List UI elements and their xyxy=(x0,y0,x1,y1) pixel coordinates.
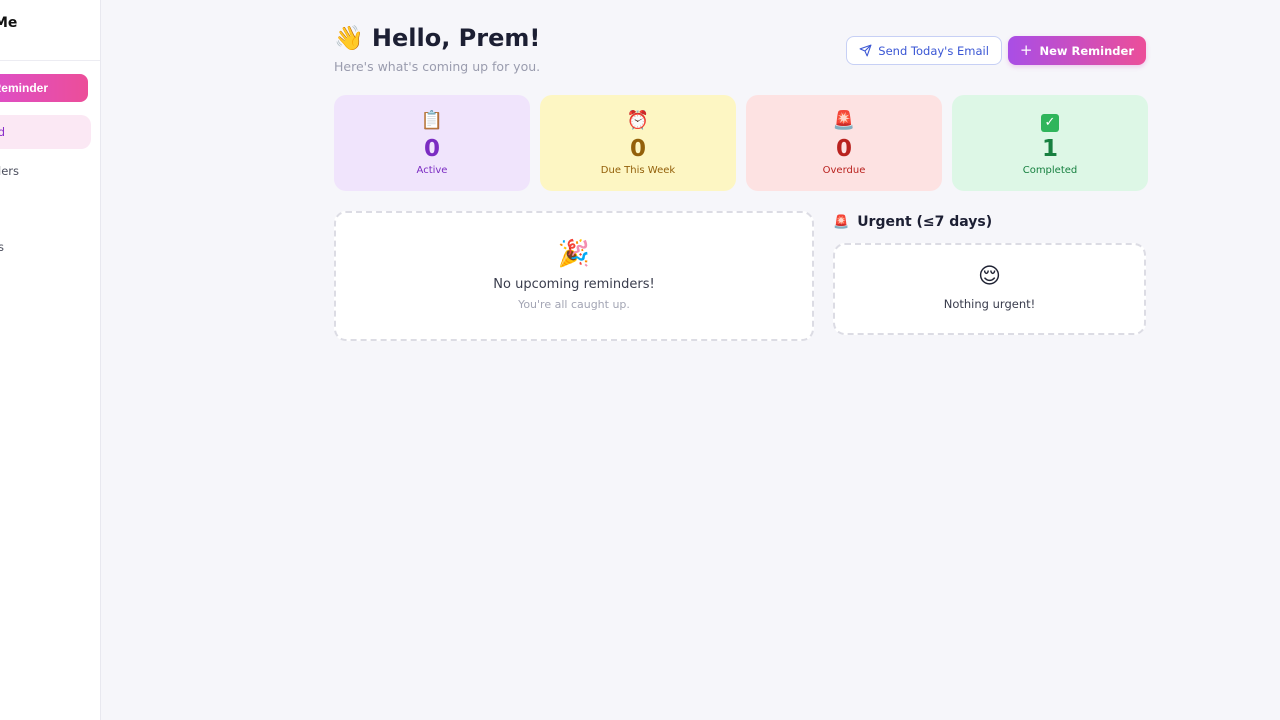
sidebar: Me Reminder d ders s xyxy=(0,0,101,720)
empty-subtitle: You're all caught up. xyxy=(518,298,630,311)
waving-hand-icon: 👋 xyxy=(334,24,364,52)
siren-icon: 🚨 xyxy=(832,110,856,131)
stat-label-active: Active xyxy=(416,165,448,176)
header-actions: Send Today's Email + New Reminder xyxy=(846,36,1146,65)
sidebar-new-reminder-button[interactable]: Reminder xyxy=(0,74,88,102)
stat-label-completed: Completed xyxy=(1022,165,1078,176)
plus-icon: + xyxy=(1019,41,1033,59)
send-icon xyxy=(859,44,872,57)
page-subtitle: Here's what's coming up for you. xyxy=(334,59,541,74)
new-reminder-button[interactable]: + New Reminder xyxy=(1007,36,1146,65)
stat-value-due-this-week: 0 xyxy=(629,136,646,162)
sidebar-divider xyxy=(0,60,100,61)
send-email-label: Send Today's Email xyxy=(878,43,989,58)
app-brand: Me xyxy=(0,15,18,31)
sidebar-item-dashboard[interactable]: d xyxy=(0,115,91,149)
stat-value-active: 0 xyxy=(423,136,440,162)
empty-title: No upcoming reminders! xyxy=(493,277,655,292)
urgent-empty-text: Nothing urgent! xyxy=(943,297,1036,311)
new-reminder-label: New Reminder xyxy=(1039,43,1134,58)
party-popper-icon: 🎉 xyxy=(557,239,591,269)
stat-value-completed: 1 xyxy=(1041,136,1058,162)
page-title: Hello, Prem! xyxy=(371,24,541,52)
sidebar-item-reminders[interactable]: ders xyxy=(0,164,19,178)
greeting: 👋 Hello, Prem! xyxy=(334,23,540,53)
stat-card-active: 📋 0 Active xyxy=(334,95,530,191)
stat-card-completed: ✓ 1 Completed xyxy=(952,95,1148,191)
upcoming-reminders-empty: 🎉 No upcoming reminders! You're all caug… xyxy=(334,211,814,341)
sidebar-item-settings[interactable]: s xyxy=(0,240,4,254)
clipboard-icon: 📋 xyxy=(420,110,444,131)
urgent-heading: 🚨 Urgent (≤7 days) xyxy=(833,211,1146,233)
stat-label-due-this-week: Due This Week xyxy=(600,165,676,176)
check-box-icon: ✓ xyxy=(1041,114,1059,132)
alarm-clock-icon: ⏰ xyxy=(626,110,650,131)
urgent-title: Urgent (≤7 days) xyxy=(857,214,993,230)
stat-card-overdue: 🚨 0 Overdue xyxy=(746,95,942,191)
stat-value-overdue: 0 xyxy=(835,136,852,162)
urgent-empty-box: 😌 Nothing urgent! xyxy=(833,243,1146,335)
stat-card-due-this-week: ⏰ 0 Due This Week xyxy=(540,95,736,191)
siren-icon: 🚨 xyxy=(833,214,850,230)
urgent-panel: 🚨 Urgent (≤7 days) 😌 Nothing urgent! xyxy=(833,211,1146,335)
stat-label-overdue: Overdue xyxy=(822,165,866,176)
send-email-button[interactable]: Send Today's Email xyxy=(846,36,1002,65)
stats-row: 📋 0 Active ⏰ 0 Due This Week 🚨 0 Overdue… xyxy=(334,95,1148,191)
relieved-face-icon: 😌 xyxy=(978,264,1001,289)
